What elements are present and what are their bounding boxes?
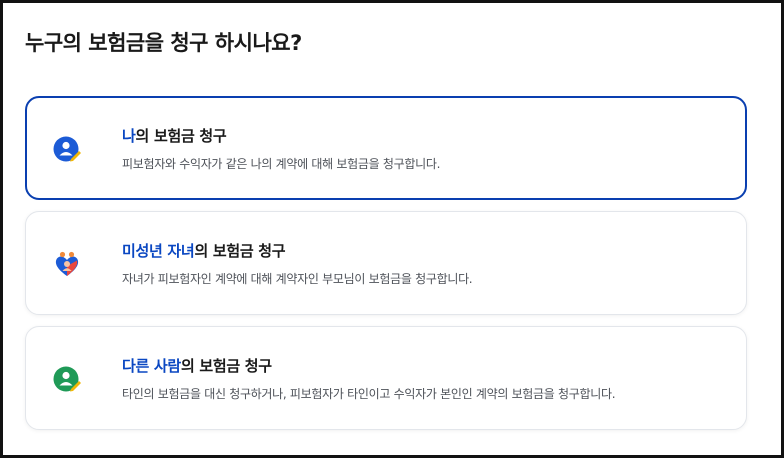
family-heart-icon — [52, 249, 82, 279]
page-container: 누구의 보험금을 청구 하시나요? 나의 보험금 청구 피보험자와 수익자가 같… — [0, 0, 784, 458]
option-title-rest: 의 보험금 청구 — [135, 127, 227, 145]
option-description: 타인의 보험금을 대신 청구하거나, 피보험자가 타인이고 수익자가 본인인 계… — [122, 387, 616, 401]
page-title: 누구의 보험금을 청구 하시나요? — [25, 31, 302, 55]
option-title-rest: 의 보험금 청구 — [194, 242, 286, 260]
option-title-highlight: 미성년 자녀 — [122, 242, 195, 260]
option-title: 미성년 자녀의 보험금 청구 — [122, 240, 286, 261]
option-card-other-person[interactable]: 다른 사람의 보험금 청구 타인의 보험금을 대신 청구하거나, 피보험자가 타… — [25, 326, 747, 430]
option-card-self[interactable]: 나의 보험금 청구 피보험자와 수익자가 같은 나의 계약에 대해 보험금을 청… — [25, 96, 747, 200]
person-check-icon — [52, 134, 82, 164]
option-card-minor-child[interactable]: 미성년 자녀의 보험금 청구 자녀가 피보험자인 계약에 대해 계약자인 부모님… — [25, 211, 747, 315]
option-title-rest: 의 보험금 청구 — [180, 357, 272, 375]
person-edit-icon — [52, 364, 82, 394]
option-description: 자녀가 피보험자인 계약에 대해 계약자인 부모님이 보험금을 청구합니다. — [122, 272, 473, 286]
option-title: 나의 보험금 청구 — [122, 125, 227, 146]
option-title-highlight: 나 — [122, 127, 136, 145]
option-description: 피보험자와 수익자가 같은 나의 계약에 대해 보험금을 청구합니다. — [122, 157, 441, 171]
option-title: 다른 사람의 보험금 청구 — [122, 355, 272, 376]
option-title-highlight: 다른 사람 — [122, 357, 181, 375]
